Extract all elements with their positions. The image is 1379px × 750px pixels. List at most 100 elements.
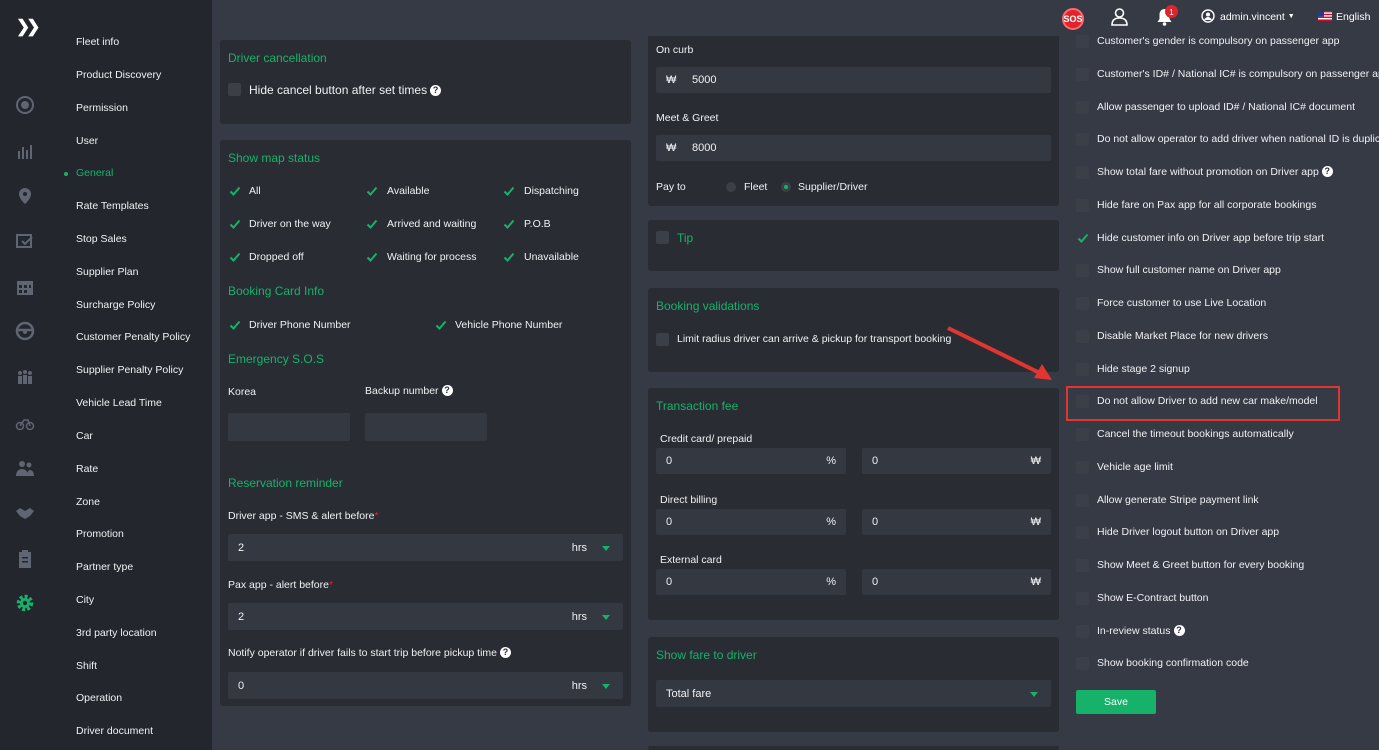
meet-greet-input[interactable]: ₩8000 bbox=[656, 135, 1051, 161]
gear-icon[interactable] bbox=[14, 592, 36, 614]
submenu-item[interactable]: Fleet info bbox=[76, 36, 119, 48]
backup-number-input[interactable] bbox=[365, 413, 487, 441]
double-chevron-right-icon[interactable]: ❯❯ bbox=[16, 17, 40, 37]
show-fare-select[interactable]: Total fare bbox=[656, 680, 1051, 707]
check-icon[interactable] bbox=[435, 319, 447, 331]
submenu-item[interactable]: Supplier Penalty Policy bbox=[76, 364, 183, 376]
language-selector[interactable]: English bbox=[1336, 11, 1370, 23]
option-checkbox[interactable] bbox=[1076, 100, 1089, 114]
option-checkbox[interactable] bbox=[1076, 624, 1089, 638]
help-icon[interactable]: ? bbox=[1321, 166, 1333, 177]
notify-operator-input[interactable]: 0 hrs bbox=[228, 672, 623, 699]
on-curb-input[interactable]: ₩5000 bbox=[656, 67, 1051, 93]
steering-wheel-icon[interactable] bbox=[14, 320, 36, 342]
check-icon[interactable] bbox=[229, 319, 241, 331]
submenu-item[interactable]: Permission bbox=[76, 102, 128, 114]
sos-button[interactable]: SOS bbox=[1062, 8, 1084, 30]
submenu-item[interactable]: Operation bbox=[76, 692, 122, 704]
check-icon[interactable] bbox=[229, 218, 241, 230]
check-icon[interactable] bbox=[366, 218, 378, 230]
user-icon[interactable] bbox=[1111, 8, 1128, 29]
submenu-item[interactable]: Rate Templates bbox=[76, 200, 149, 212]
submenu-item[interactable]: Surcharge Policy bbox=[76, 299, 155, 311]
hide-cancel-checkbox[interactable] bbox=[228, 83, 241, 96]
submenu-item-active[interactable]: General bbox=[76, 167, 113, 179]
check-icon[interactable] bbox=[503, 251, 515, 263]
option-checkbox[interactable] bbox=[1076, 198, 1089, 212]
caret-down-icon[interactable] bbox=[602, 614, 610, 620]
caret-down-icon[interactable] bbox=[602, 683, 610, 689]
check-icon[interactable] bbox=[366, 251, 378, 263]
calendar-icon[interactable] bbox=[14, 276, 36, 298]
option-checkbox[interactable] bbox=[1076, 591, 1089, 605]
option-checkbox[interactable] bbox=[1076, 526, 1089, 540]
submenu-item[interactable]: Promotion bbox=[76, 528, 124, 540]
checklist-icon[interactable] bbox=[14, 230, 36, 252]
option-checkbox[interactable] bbox=[1076, 428, 1089, 441]
group-icon[interactable] bbox=[14, 366, 36, 388]
users-icon[interactable] bbox=[14, 457, 36, 479]
check-icon[interactable] bbox=[1077, 232, 1089, 244]
caret-down-icon[interactable] bbox=[1030, 691, 1038, 697]
bike-icon[interactable] bbox=[14, 412, 36, 434]
submenu-item[interactable]: Shift bbox=[76, 660, 97, 672]
save-button[interactable]: Save bbox=[1076, 690, 1156, 714]
pay-to-fleet-radio[interactable] bbox=[726, 182, 736, 192]
option-checkbox[interactable] bbox=[1076, 657, 1089, 671]
check-icon[interactable] bbox=[366, 185, 378, 197]
driver-reminder-input[interactable]: 2 hrs bbox=[228, 534, 623, 561]
help-icon[interactable]: ? bbox=[500, 647, 512, 658]
submenu-item[interactable]: Car bbox=[76, 430, 93, 442]
submenu-item[interactable]: Driver document bbox=[76, 725, 153, 737]
option-checkbox[interactable] bbox=[1076, 35, 1089, 48]
caret-down-icon[interactable] bbox=[602, 545, 610, 551]
option-checkbox[interactable] bbox=[1076, 460, 1089, 474]
fee-amount-input[interactable]: 0 ₩ bbox=[862, 448, 1051, 474]
option-checkbox[interactable] bbox=[1076, 264, 1089, 278]
chart-icon[interactable] bbox=[14, 140, 36, 162]
option-checkbox[interactable] bbox=[1076, 133, 1089, 147]
option-checkbox[interactable] bbox=[1076, 362, 1089, 376]
clipboard-icon[interactable] bbox=[14, 548, 36, 570]
option-checkbox[interactable] bbox=[1076, 559, 1089, 572]
submenu-item[interactable]: Zone bbox=[76, 496, 100, 508]
fee-percent-input[interactable]: 0% bbox=[656, 569, 846, 595]
fee-amount-input[interactable]: 0 ₩ bbox=[862, 509, 1051, 535]
help-icon[interactable]: ? bbox=[430, 85, 442, 96]
location-pin-icon[interactable] bbox=[14, 185, 36, 207]
account-circle-icon[interactable] bbox=[1201, 9, 1215, 26]
pax-reminder-input[interactable]: 2 hrs bbox=[228, 603, 623, 630]
help-icon[interactable]: ? bbox=[441, 385, 453, 396]
driver-cancellation-panel: Driver cancellation Hide cancel button a… bbox=[220, 40, 631, 124]
submenu-item[interactable]: User bbox=[76, 135, 98, 147]
submenu-item[interactable]: Stop Sales bbox=[76, 233, 127, 245]
help-icon[interactable]: ? bbox=[1173, 624, 1185, 636]
tip-checkbox[interactable] bbox=[656, 231, 669, 244]
check-icon[interactable] bbox=[503, 185, 515, 197]
submenu-item[interactable]: Vehicle Lead Time bbox=[76, 397, 162, 409]
submenu-item[interactable]: Partner type bbox=[76, 561, 133, 573]
fee-percent-input[interactable]: 0% bbox=[656, 509, 846, 535]
submenu-item[interactable]: City bbox=[76, 594, 94, 606]
fee-amount-input[interactable]: 0 ₩ bbox=[862, 569, 1051, 595]
fee-percent-input[interactable]: 0% bbox=[656, 448, 846, 474]
handshake-icon[interactable] bbox=[14, 502, 36, 524]
check-icon[interactable] bbox=[503, 218, 515, 230]
option-checkbox[interactable] bbox=[1076, 329, 1089, 343]
submenu-item[interactable]: Rate bbox=[76, 463, 98, 475]
option-checkbox[interactable] bbox=[1076, 166, 1089, 179]
option-checkbox[interactable] bbox=[1076, 297, 1089, 310]
submenu-item[interactable]: Customer Penalty Policy bbox=[76, 331, 190, 343]
check-icon[interactable] bbox=[229, 251, 241, 263]
limit-radius-checkbox[interactable] bbox=[656, 333, 669, 346]
check-icon[interactable] bbox=[229, 185, 241, 197]
submenu-item[interactable]: 3rd party location bbox=[76, 627, 157, 639]
user-menu[interactable]: admin.vincent ▼ bbox=[1220, 11, 1295, 23]
option-checkbox[interactable] bbox=[1076, 67, 1089, 81]
pay-to-supplier-radio[interactable] bbox=[781, 182, 791, 192]
submenu-item[interactable]: Supplier Plan bbox=[76, 266, 138, 278]
submenu-item[interactable]: Product Discovery bbox=[76, 69, 161, 81]
korea-phone-input[interactable] bbox=[228, 413, 350, 441]
plus-circle-icon[interactable] bbox=[14, 94, 36, 116]
option-checkbox[interactable] bbox=[1076, 493, 1089, 507]
